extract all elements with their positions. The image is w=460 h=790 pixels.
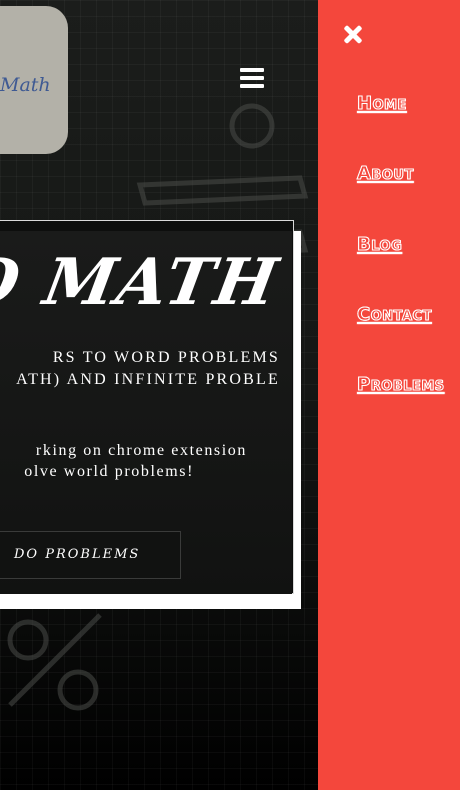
- menu-item-about[interactable]: About: [357, 163, 414, 185]
- hero-subtitle-line-1: RS TO WORD PROBLEMS: [52, 349, 280, 366]
- hero-note-line-2: olve world problems!: [24, 463, 194, 480]
- logo-card[interactable]: Math: [0, 6, 68, 154]
- do-problems-label: DO PROBLEMS: [14, 547, 141, 562]
- do-problems-button[interactable]: DO PROBLEMS: [0, 531, 181, 579]
- hero-card: D MATH RS TO WORD PROBLEMS ATH) AND INFI…: [0, 231, 292, 594]
- hero-title: D MATH: [0, 245, 285, 320]
- logo-text: Math: [0, 74, 51, 96]
- close-icon[interactable]: [342, 24, 364, 46]
- menu-item-contact[interactable]: Contact: [357, 304, 432, 326]
- hero-subtitle-line-2: ATH) AND INFINITE PROBLE: [16, 371, 280, 388]
- menu-item-home[interactable]: Home: [357, 93, 407, 115]
- side-menu: Home About Blog Contact Problems: [318, 0, 460, 790]
- menu-item-blog[interactable]: Blog: [356, 234, 402, 256]
- menu-item-problems[interactable]: Problems: [357, 374, 445, 396]
- hamburger-menu-icon[interactable]: [240, 68, 266, 92]
- hero-note-line-1: rking on chrome extension: [35, 442, 247, 459]
- page: Math D MATH RS TO WORD PROBLEMS ATH) AND…: [0, 0, 460, 790]
